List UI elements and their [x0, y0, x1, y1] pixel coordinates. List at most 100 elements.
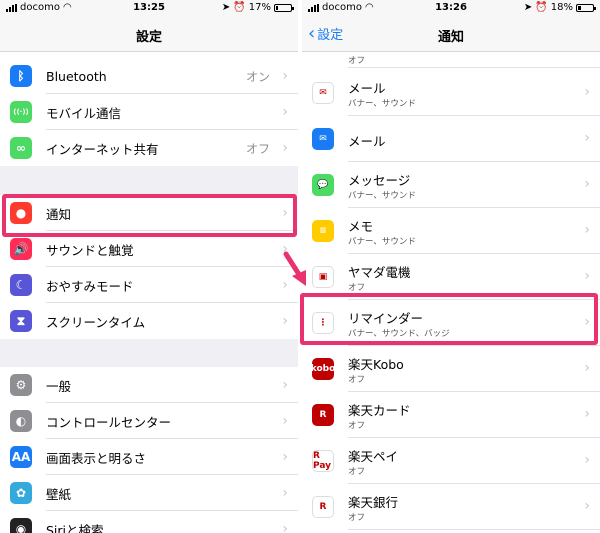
rakuten-bank-icon: R [312, 496, 334, 518]
siri-icon: ◉ [10, 518, 32, 533]
settings-row-7[interactable]: ⚙ 一般 › [0, 367, 298, 403]
settings-row-label: Bluetooth [46, 68, 107, 84]
battery-icon [274, 3, 294, 12]
settings-row-2[interactable]: ∞ インターネット共有 オフ › [0, 130, 298, 166]
chevron-right-icon: › [282, 313, 288, 329]
settings-row-label: コントロールセンター [46, 414, 172, 430]
settings-row-10[interactable]: ✿ 壁紙 › [0, 475, 298, 511]
app-row-subtitle: バナー、サウンド、バッジ [348, 329, 450, 339]
chevron-right-icon: › [584, 360, 590, 376]
settings-row-1[interactable]: ((·)) モバイル通信 › [0, 94, 298, 130]
app-row-4[interactable]: ▣ ヤマダ電機 オフ › [302, 254, 600, 300]
chevron-right-icon: › [282, 140, 288, 156]
hourglass-icon: ⧗ [10, 310, 32, 332]
settings-row-3[interactable]: ● 通知 › [0, 195, 298, 231]
moon-icon: ☾ [10, 274, 32, 296]
chevron-right-icon: › [282, 413, 288, 429]
settings-row-label: 画面表示と明るさ [46, 450, 147, 466]
battery-percent: 17% [248, 2, 271, 13]
flower-icon: ✿ [10, 482, 32, 504]
app-row-subtitle: オフ [348, 513, 366, 523]
settings-row-value: オフ [245, 141, 270, 156]
location-icon: ➤ [523, 2, 533, 13]
reminders-icon: ⋮ [312, 312, 334, 334]
chevron-right-icon: › [584, 498, 590, 514]
app-row-1[interactable]: ✉ メール › [302, 116, 600, 162]
alarm-icon: ⏰ [233, 2, 246, 13]
location-icon: ➤ [221, 2, 231, 13]
mail-icon: ✉ [312, 128, 334, 150]
status-bar: docomo ◠ 13:26 ➤ ⏰ 18% [302, 0, 600, 16]
app-row-subtitle: バナー、サウンド [348, 237, 416, 247]
settings-row-label: スクリーンタイム [46, 314, 146, 330]
settings-row-4[interactable]: 🔊 サウンドと触覚 › [0, 231, 298, 267]
settings-row-label: サウンドと触覚 [46, 242, 134, 258]
arrow-icon [283, 251, 306, 286]
settings-row-6[interactable]: ⧗ スクリーンタイム › [0, 303, 298, 339]
nav-bar: ‹ 設定 通知 [302, 16, 600, 52]
app-row-0[interactable]: ✉ メール バナー、サウンド › [302, 70, 600, 116]
link-icon: ∞ [10, 137, 32, 159]
text-size-icon: AA [10, 446, 32, 468]
app-row-title: 楽天カード [348, 403, 411, 418]
notification-icon: ● [10, 202, 32, 224]
rakuten-pay-icon: R Pay [312, 450, 334, 472]
settings-row-label: 一般 [46, 378, 72, 394]
chevron-right-icon: › [584, 222, 590, 238]
chevron-right-icon: › [282, 449, 288, 465]
yamato-mail-icon: ✉ [312, 82, 334, 104]
toggles-icon: ◐ [10, 410, 32, 432]
app-row-subtitle: オフ [348, 283, 366, 293]
chevron-right-icon: › [584, 84, 590, 100]
settings-row-8[interactable]: ◐ コントロールセンター › [0, 403, 298, 439]
kobo-icon: kobo [311, 358, 335, 380]
chevron-right-icon: › [584, 130, 590, 146]
chevron-right-icon: › [282, 68, 288, 84]
battery-percent: 18% [550, 2, 573, 13]
page-title: 通知 [437, 30, 464, 45]
settings-row-label: インターネット共有 [46, 141, 159, 157]
app-row-title: メッセージ [348, 173, 411, 188]
chevron-right-icon: › [584, 406, 590, 422]
app-row-9[interactable]: R 楽天銀行 オフ › [302, 484, 600, 530]
app-row-title: メール [348, 81, 386, 96]
settings-screen: docomo ◠ 13:25 ➤ ⏰ 17% 設定 ᛒ Bluetooth オン… [0, 0, 298, 533]
settings-row-value: オン [245, 69, 270, 84]
app-row-6[interactable]: kobo 楽天Kobo オフ › [302, 346, 600, 392]
app-row-3[interactable]: ≡ メモ バナー、サウンド › [302, 208, 600, 254]
chevron-right-icon: › [282, 104, 288, 120]
chevron-right-icon: › [584, 176, 590, 192]
status-bar: docomo ◠ 13:25 ➤ ⏰ 17% [0, 0, 298, 16]
message-icon: 💬 [312, 174, 334, 196]
app-row-title: リマインダー [348, 311, 424, 326]
chevron-right-icon: › [282, 521, 288, 533]
chevron-right-icon: › [282, 377, 288, 393]
speaker-icon: 🔊 [10, 238, 32, 260]
app-row-title: メール [348, 134, 386, 149]
app-row-8[interactable]: R Pay 楽天ペイ オフ › [302, 438, 600, 484]
settings-row-5[interactable]: ☾ おやすみモード › [0, 267, 298, 303]
page-title: 設定 [135, 30, 162, 45]
bluetooth-icon: ᛒ [10, 65, 32, 87]
rakuten-card-icon: R [312, 404, 334, 426]
alarm-icon: ⏰ [535, 2, 548, 13]
yamada-icon: ▣ [312, 266, 334, 288]
chevron-right-icon: › [584, 452, 590, 468]
app-row-title: メモ [348, 219, 374, 234]
settings-row-9[interactable]: AA 画面表示と明るさ › [0, 439, 298, 475]
settings-row-0[interactable]: ᛒ Bluetooth オン › [0, 58, 298, 94]
app-row-subtitle: オフ [348, 375, 366, 385]
settings-row-11[interactable]: ◉ Siriと検索 › [0, 511, 298, 533]
app-row-2[interactable]: 💬 メッセージ バナー、サウンド › [302, 162, 600, 208]
partial-sub: オフ [348, 56, 366, 66]
settings-row-label: 通知 [46, 206, 72, 222]
list-item-partial[interactable]: オフ [302, 52, 600, 68]
settings-row-label: 壁紙 [46, 486, 72, 502]
app-row-subtitle: オフ [348, 467, 366, 477]
app-row-title: 楽天Kobo [348, 357, 404, 372]
antenna-icon: ((·)) [10, 101, 32, 123]
app-row-title: ヤマダ電機 [348, 265, 411, 280]
app-row-5[interactable]: ⋮ リマインダー バナー、サウンド、バッジ › [302, 300, 600, 346]
app-row-7[interactable]: R 楽天カード オフ › [302, 392, 600, 438]
nav-bar: 設定 [0, 16, 298, 52]
